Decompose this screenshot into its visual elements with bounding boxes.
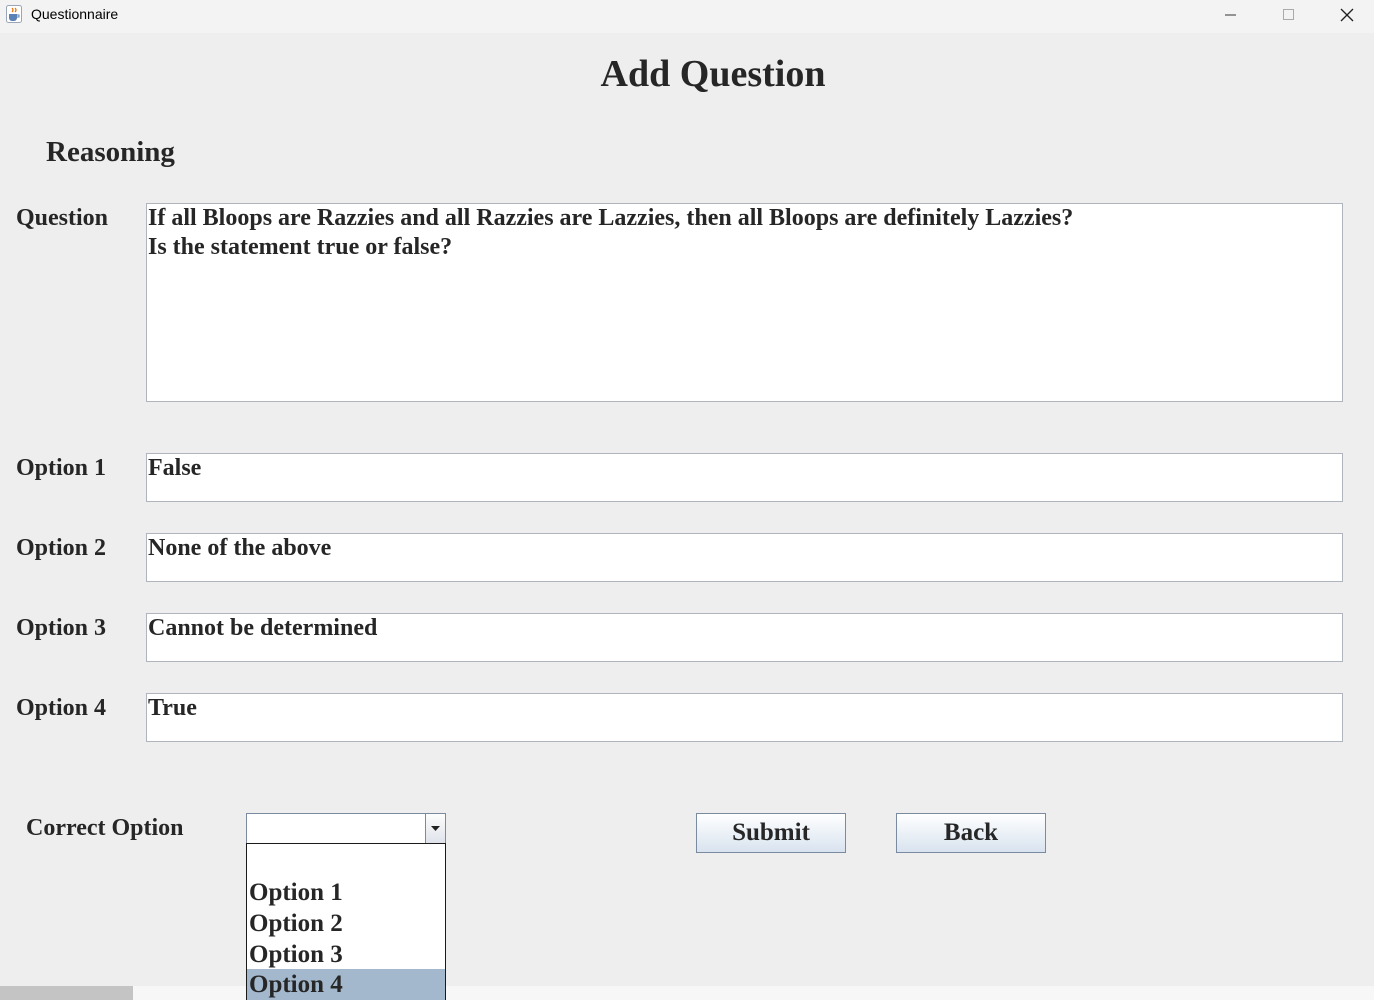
dropdown-item-empty[interactable]	[247, 846, 445, 877]
option-3-field[interactable]: Cannot be determined	[146, 613, 1343, 662]
option-3-label: Option 3	[16, 615, 107, 641]
minimize-icon	[1225, 14, 1236, 16]
dropdown-item-option-1[interactable]: Option 1	[247, 877, 445, 908]
submit-button[interactable]: Submit	[696, 813, 846, 853]
correct-option-dropdown[interactable]: Option 1 Option 2 Option 3 Option 4	[246, 843, 446, 1000]
maximize-button[interactable]	[1266, 0, 1312, 30]
dropdown-item-option-2[interactable]: Option 2	[247, 908, 445, 939]
maximize-icon	[1283, 9, 1294, 20]
dropdown-item-option-3[interactable]: Option 3	[247, 939, 445, 970]
chevron-down-icon	[431, 826, 440, 831]
option-1-field[interactable]: False	[146, 453, 1343, 502]
question-textarea[interactable]: If all Bloops are Razzies and all Razzie…	[146, 203, 1343, 402]
background-strip	[0, 986, 1374, 1000]
option-2-label: Option 2	[16, 535, 107, 561]
correct-option-select[interactable]	[246, 813, 446, 844]
option-4-field[interactable]: True	[146, 693, 1343, 742]
correct-option-label: Correct Option	[26, 815, 184, 841]
close-icon	[1340, 8, 1354, 22]
close-button[interactable]	[1324, 0, 1370, 30]
title-bar[interactable]: Questionnaire	[0, 0, 1374, 33]
category-label: Reasoning	[46, 136, 175, 168]
java-cup-icon	[6, 5, 22, 23]
minimize-button[interactable]	[1208, 0, 1254, 30]
questionnaire-window: Questionnaire Add Question Reasoning Que…	[0, 0, 1374, 986]
page-title: Add Question	[600, 53, 826, 95]
back-button[interactable]: Back	[896, 813, 1046, 853]
dropdown-item-option-4[interactable]: Option 4	[247, 969, 445, 1000]
window-title: Questionnaire	[31, 6, 119, 22]
question-label: Question	[16, 205, 109, 231]
dropdown-arrow-button[interactable]	[425, 814, 445, 843]
option-2-field[interactable]: None of the above	[146, 533, 1343, 582]
option-1-label: Option 1	[16, 455, 107, 481]
option-4-label: Option 4	[16, 695, 107, 721]
